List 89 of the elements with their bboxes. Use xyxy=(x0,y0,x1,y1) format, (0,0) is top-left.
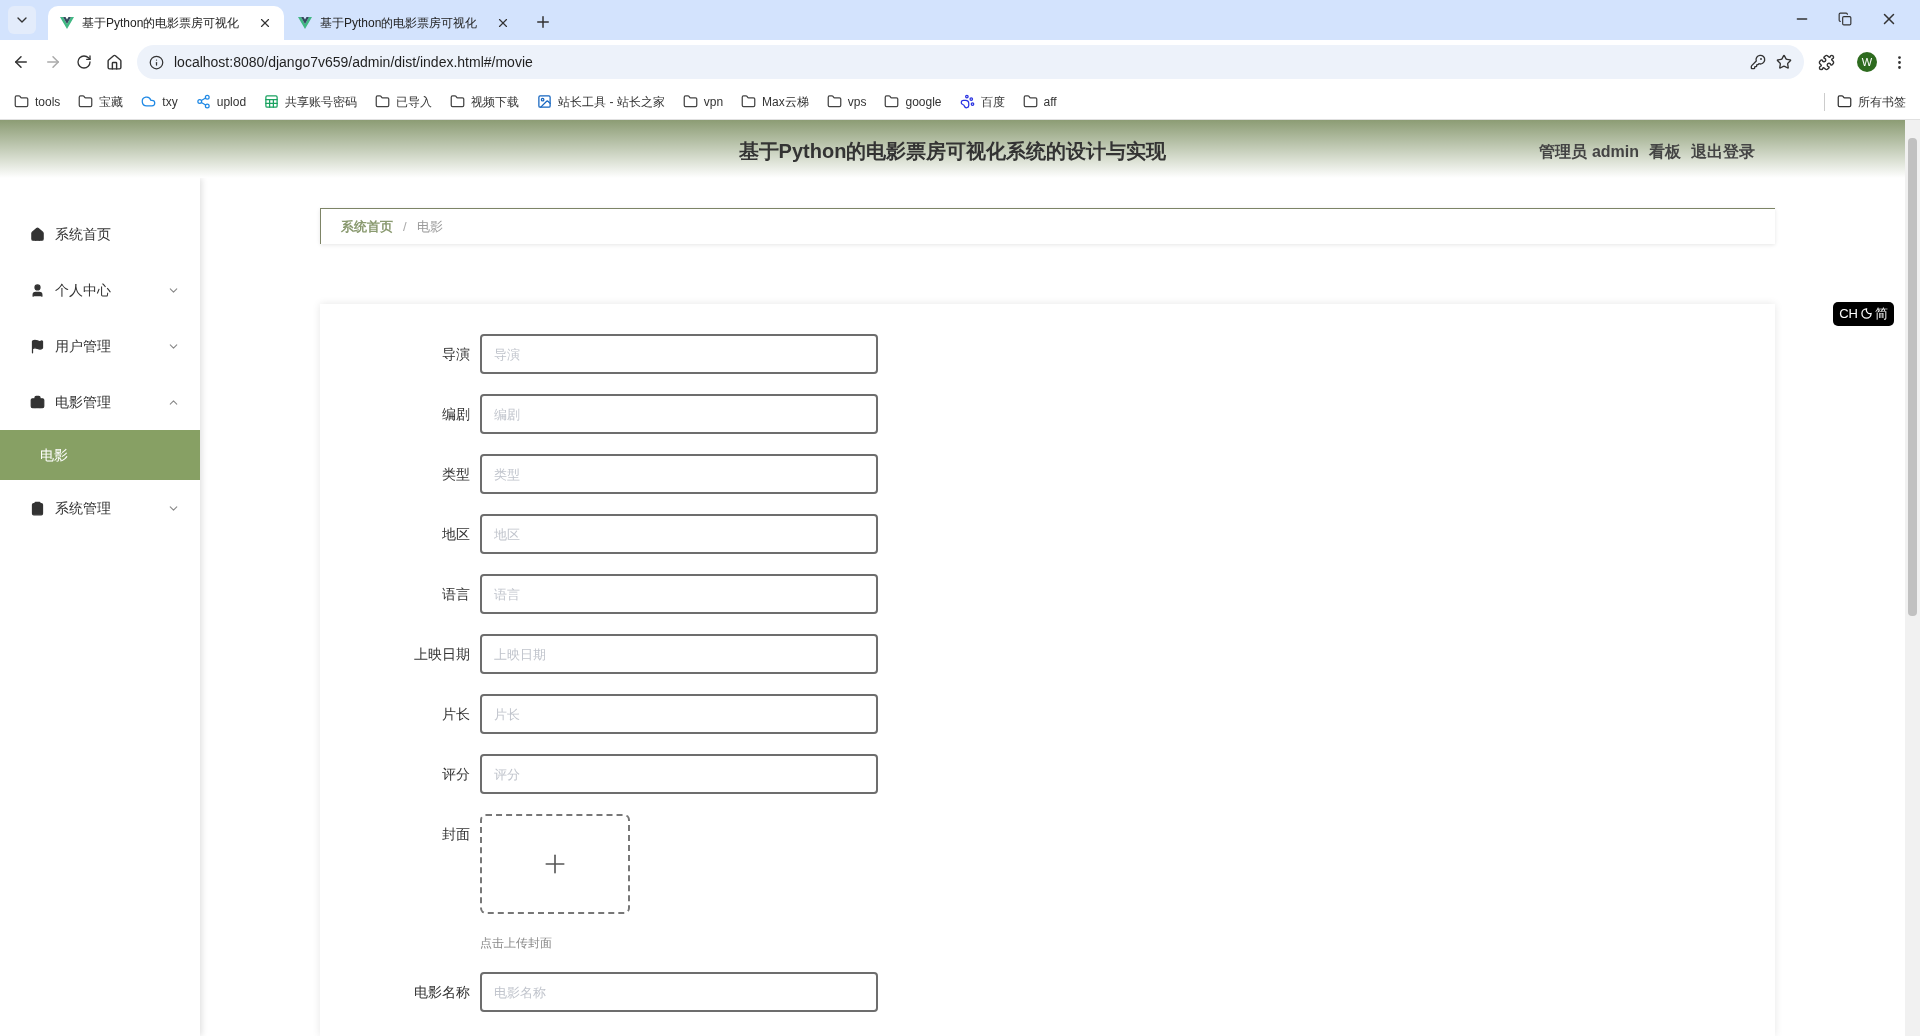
bookmark[interactable]: 宝藏 xyxy=(78,92,124,111)
bookmark[interactable]: 百度 xyxy=(959,92,1005,111)
user-icon xyxy=(30,282,45,298)
folder-icon xyxy=(884,94,900,109)
browser-tab[interactable]: 基于Python的电影票房可视化 xyxy=(48,6,284,40)
paw-icon xyxy=(959,94,975,109)
url-text: localhost:8080/django7v659/admin/dist/index.html#/movie xyxy=(174,52,534,72)
reload-icon[interactable] xyxy=(76,54,92,70)
sidebar-menu-item[interactable]: 个人中心 xyxy=(0,262,200,318)
field-label: 封面 xyxy=(441,825,471,844)
folder-icon xyxy=(450,94,466,109)
field-label: 编剧 xyxy=(441,405,471,424)
field-label: 类型 xyxy=(441,465,471,484)
folder-icon xyxy=(14,94,29,109)
bookmark[interactable]: uplod xyxy=(195,92,247,111)
tab-title: 基于Python的电影票房可视化 xyxy=(82,15,241,32)
folder-icon xyxy=(682,94,698,109)
moon-icon xyxy=(1861,308,1872,320)
sidebar-menu-item[interactable]: 用户管理 xyxy=(0,318,200,374)
folder-icon xyxy=(1837,94,1852,109)
bookmark[interactable]: 已导入 xyxy=(375,92,433,111)
home-icon[interactable] xyxy=(106,53,123,71)
folder-icon xyxy=(1022,94,1038,109)
bookmark[interactable]: aff xyxy=(1022,92,1057,111)
tab-list-button[interactable] xyxy=(8,6,36,34)
bookmark[interactable]: vps xyxy=(826,92,867,111)
text-field[interactable]: 类型 xyxy=(480,454,878,494)
new-tab-icon[interactable] xyxy=(534,13,552,31)
field-label: 片长 xyxy=(441,705,471,724)
bookmark[interactable]: 视频下载 xyxy=(450,92,520,111)
breadcrumb-item: 电影 xyxy=(416,217,443,236)
browser-tab[interactable]: 基于Python的电影票房可视化 xyxy=(286,6,522,40)
tab-title: 基于Python的电影票房可视化 xyxy=(320,15,479,32)
sidebar-menu-item[interactable]: 系统首页 xyxy=(0,206,200,262)
field-label: 上映日期 xyxy=(413,645,471,664)
key-icon[interactable] xyxy=(1750,54,1766,70)
sidebar-menu-item[interactable]: 电影管理 xyxy=(0,374,200,430)
field-label: 导演 xyxy=(441,345,471,364)
folder-icon xyxy=(78,94,94,109)
scrollbar[interactable] xyxy=(1905,120,1920,1036)
all-bookmarks[interactable]: 所有书签 xyxy=(1824,92,1906,111)
bookmark[interactable]: 共享账号密码 xyxy=(264,92,358,111)
address-bar[interactable]: localhost:8080/django7v659/admin/dist/index.html#/movie xyxy=(137,45,1804,79)
restore-icon[interactable] xyxy=(1838,12,1852,26)
close-icon[interactable] xyxy=(496,16,510,30)
user-label: 管理员 admin xyxy=(1539,142,1639,162)
bookmark[interactable]: Max云梯 xyxy=(741,92,809,111)
text-field[interactable]: 片长 xyxy=(480,694,878,734)
upload-area[interactable] xyxy=(480,814,630,914)
bookmark[interactable]: vpn xyxy=(682,92,724,111)
breadcrumb-separator: / xyxy=(403,217,407,236)
field-label: 语言 xyxy=(441,585,471,604)
site-icon xyxy=(537,94,553,109)
field-label: 电影名称 xyxy=(413,983,471,1002)
ime-indicator: CH 简 xyxy=(1833,302,1894,326)
header-link[interactable]: 看板 xyxy=(1649,140,1681,164)
extensions-icon[interactable] xyxy=(1818,53,1835,71)
close-icon[interactable] xyxy=(258,16,272,30)
field-label: 地区 xyxy=(441,525,471,544)
nodes-icon xyxy=(195,94,211,109)
field-label: 评分 xyxy=(441,765,471,784)
text-field[interactable]: 地区 xyxy=(480,514,878,554)
briefcase-icon xyxy=(30,394,45,410)
site-logo-icon xyxy=(60,17,74,29)
text-field[interactable]: 上映日期 xyxy=(480,634,878,674)
sidebar-menu-item[interactable]: 系统管理 xyxy=(0,480,200,536)
flag-icon xyxy=(30,338,45,354)
info-icon[interactable] xyxy=(149,54,164,70)
text-field[interactable]: 评分 xyxy=(480,754,878,794)
back-icon[interactable] xyxy=(12,53,30,71)
sheet-icon xyxy=(264,94,280,109)
header-link[interactable]: 退出登录 xyxy=(1691,140,1755,164)
bookmark[interactable]: google xyxy=(884,92,942,111)
site-logo-icon xyxy=(298,17,312,29)
profile-avatar[interactable]: W xyxy=(1857,52,1877,72)
bookmark[interactable]: 站长工具 - 站长之家 xyxy=(537,92,665,111)
text-field[interactable]: 语言 xyxy=(480,574,878,614)
folder-icon xyxy=(375,94,391,109)
bookmark-star-icon[interactable] xyxy=(1776,54,1792,70)
folder-icon xyxy=(741,94,757,109)
app-title: 基于Python的电影票房可视化系统的设计与实现 xyxy=(738,139,1167,164)
bookmark[interactable]: txy xyxy=(141,92,178,111)
cloud-icon xyxy=(141,94,157,109)
bookmark[interactable]: tools xyxy=(14,92,61,111)
upload-hint: 点击上传封面 xyxy=(480,935,553,952)
folder-icon xyxy=(826,94,842,109)
text-field[interactable]: 电影名称 xyxy=(480,972,878,1012)
home-icon xyxy=(30,226,45,242)
text-field[interactable]: 编剧 xyxy=(480,394,878,434)
